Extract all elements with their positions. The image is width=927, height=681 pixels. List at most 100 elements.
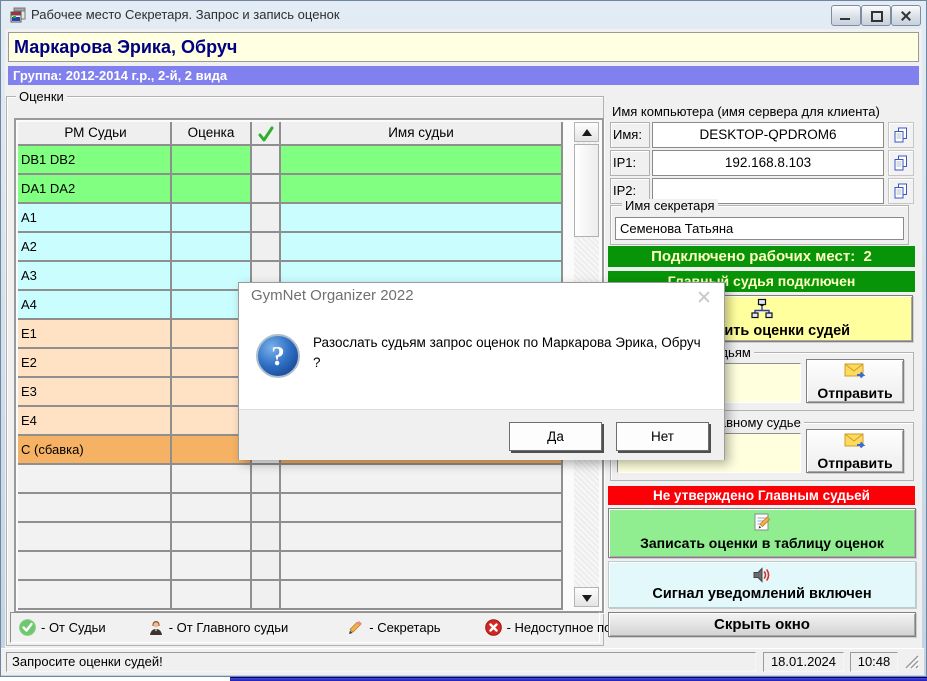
taskbar-edge xyxy=(230,677,927,681)
send-judges-label: Отправить xyxy=(807,385,903,401)
write-scores-button[interactable]: Записать оценки в таблицу оценок xyxy=(608,508,916,558)
pm-cell: A2 xyxy=(18,233,172,262)
window-title: Рабочее место Секретаря. Запрос и запись… xyxy=(31,1,340,29)
resize-grip[interactable] xyxy=(904,654,920,670)
name-field-label: Имя: xyxy=(610,122,650,148)
copy-ip1-button[interactable] xyxy=(888,150,914,176)
judge-name-cell[interactable] xyxy=(281,146,563,175)
score-cell[interactable] xyxy=(172,175,252,204)
svg-text:?: ? xyxy=(271,341,285,371)
status-time: 10:48 xyxy=(850,652,898,672)
pm-cell: A1 xyxy=(18,204,172,233)
close-button[interactable] xyxy=(891,5,921,26)
window-titlebar[interactable]: Рабочее место Секретаря. Запрос и запись… xyxy=(1,1,926,29)
legend-panel: - От Судьи - От Главного судьи - Секрета… xyxy=(10,612,600,643)
pm-cell: A4 xyxy=(18,291,172,320)
table-row-empty xyxy=(18,494,565,523)
send-chief-button[interactable]: Отправить xyxy=(806,429,904,473)
copy-icon xyxy=(892,182,910,200)
table-row: A1 xyxy=(18,204,565,233)
pm-cell: DB1 DB2 xyxy=(18,146,172,175)
maximize-button[interactable] xyxy=(861,5,891,26)
speaker-icon xyxy=(751,567,773,583)
ip1-field-label: IP1: xyxy=(610,150,650,176)
connected-workplaces-bar: Подключено рабочих мест: 2 xyxy=(608,246,915,267)
ip1-row: IP1: 192.168.8.103 xyxy=(610,150,912,176)
dialog-yes-button[interactable]: Да xyxy=(509,422,602,451)
dialog-footer: Да Нет xyxy=(239,409,724,460)
envelope-icon xyxy=(843,363,867,381)
judge-name-cell[interactable] xyxy=(281,175,563,204)
dialog-message: Разослать судьям запрос оценок по Маркар… xyxy=(313,333,708,373)
col-header-pm[interactable]: РМ Судьи xyxy=(18,122,172,146)
scroll-down-icon xyxy=(582,595,592,602)
green-check-circle-icon xyxy=(19,619,36,636)
status-message: Запросите оценки судей! xyxy=(6,652,756,672)
table-row-empty xyxy=(18,465,565,494)
person-icon xyxy=(148,619,164,636)
check-cell xyxy=(252,175,281,204)
copy-icon xyxy=(892,154,910,172)
table-row: A2 xyxy=(18,233,565,262)
judge-name-cell[interactable] xyxy=(281,204,563,233)
col-header-score[interactable]: Оценка xyxy=(172,122,252,146)
scores-groupbox-label: Оценки xyxy=(16,90,67,103)
minimize-icon xyxy=(840,18,850,20)
ip1-field[interactable]: 192.168.8.103 xyxy=(652,150,884,176)
table-row-empty xyxy=(18,552,565,581)
pm-cell: DA1 DA2 xyxy=(18,175,172,204)
dialog-no-button[interactable]: Нет xyxy=(616,422,709,451)
green-check-icon xyxy=(257,125,275,143)
pm-cell: A3 xyxy=(18,262,172,291)
hide-window-button[interactable]: Скрыть окно xyxy=(608,612,916,637)
dialog-title: GymNet Organizer 2022 xyxy=(251,287,414,304)
copy-ip2-button[interactable] xyxy=(888,178,914,204)
pencil-icon xyxy=(346,619,364,637)
scroll-down-button[interactable] xyxy=(574,587,599,607)
write-note-icon xyxy=(752,512,772,532)
score-cell[interactable] xyxy=(172,146,252,175)
question-icon: ? xyxy=(255,333,301,379)
pm-cell: E2 xyxy=(18,349,172,378)
legend-unavailable: - Недоступное поле xyxy=(485,619,626,636)
scroll-up-button[interactable] xyxy=(574,122,599,142)
computer-name-row: Имя: DESKTOP-QPDROM6 xyxy=(610,122,912,148)
send-chief-label: Отправить xyxy=(807,455,903,471)
judge-name-cell[interactable] xyxy=(281,233,563,262)
network-icon xyxy=(751,298,773,320)
check-cell xyxy=(252,233,281,262)
confirm-dialog: GymNet Organizer 2022 ? Разослать судьям… xyxy=(238,282,725,460)
pm-cell: E4 xyxy=(18,407,172,436)
col-header-check[interactable] xyxy=(252,122,281,146)
write-scores-label: Записать оценки в таблицу оценок xyxy=(609,535,915,551)
scrollbar-thumb[interactable] xyxy=(574,144,599,237)
pm-cell: С (сбавка) xyxy=(18,436,172,465)
send-judges-button[interactable]: Отправить xyxy=(806,359,904,403)
status-date: 18.01.2024 xyxy=(763,652,844,672)
computer-name-field[interactable]: DESKTOP-QPDROM6 xyxy=(652,122,884,148)
app-icon xyxy=(10,7,26,23)
notification-signal-label: Сигнал уведомлений включен xyxy=(609,586,915,602)
minimize-button[interactable] xyxy=(831,5,861,26)
col-header-judge-name[interactable]: Имя судьи xyxy=(281,122,563,146)
status-bar: Запросите оценки судей! 18.01.2024 10:48 xyxy=(1,648,924,675)
notification-signal-panel[interactable]: Сигнал уведомлений включен xyxy=(608,561,916,608)
athlete-name-strip: Маркарова Эрика, Обруч xyxy=(8,32,919,62)
copy-name-button[interactable] xyxy=(888,122,914,148)
legend-from-chief-judge: - От Главного судьи xyxy=(148,619,289,636)
table-row-empty xyxy=(18,581,565,610)
red-cross-circle-icon xyxy=(485,619,502,636)
dialog-close-button[interactable] xyxy=(696,289,712,305)
legend-secretary: - Секретарь xyxy=(346,619,440,637)
group-info-bar: Группа: 2012-2014 г.р., 2-й, 2 вида xyxy=(8,66,919,85)
screen: Рабочее место Секретаря. Запрос и запись… xyxy=(0,0,927,681)
legend-from-judge: - От Судьи xyxy=(19,619,106,636)
score-cell[interactable] xyxy=(172,233,252,262)
pm-cell: E3 xyxy=(18,378,172,407)
table-row-empty xyxy=(18,523,565,552)
table-header-row: РМ Судьи Оценка Имя судьи xyxy=(18,122,565,146)
check-cell xyxy=(252,204,281,233)
table-row: DB1 DB2 xyxy=(18,146,565,175)
score-cell[interactable] xyxy=(172,204,252,233)
secretary-name-field[interactable]: Семенова Татьяна xyxy=(615,217,904,240)
